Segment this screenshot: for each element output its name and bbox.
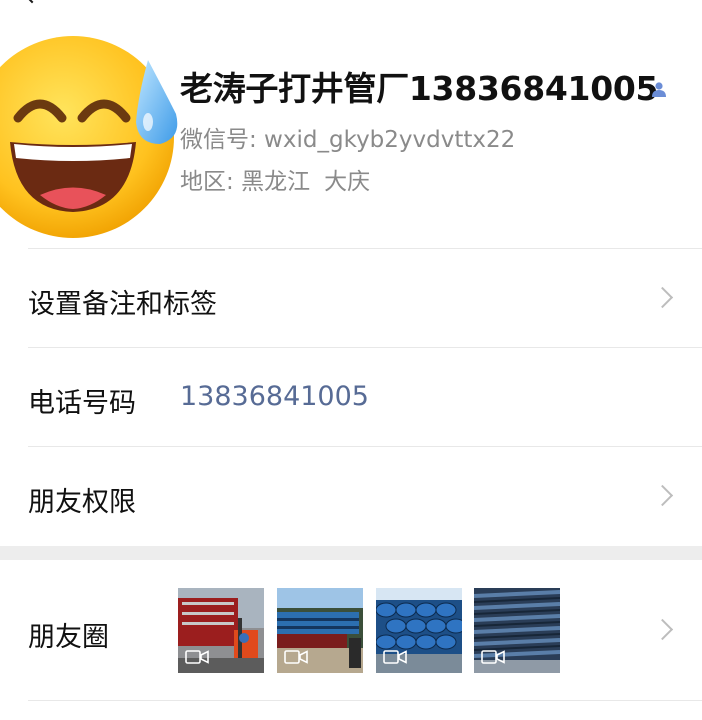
region-city: 大庆 bbox=[324, 169, 371, 195]
section-gap bbox=[0, 546, 702, 560]
video-icon bbox=[284, 650, 308, 664]
moments-thumbnail[interactable] bbox=[178, 588, 264, 673]
back-arrow-icon[interactable] bbox=[20, 0, 44, 4]
chevron-right-icon bbox=[651, 286, 674, 309]
moments-row[interactable]: 朋友圈 bbox=[28, 615, 109, 654]
wechat-id: 微信号: wxid_gkyb2yvdvttx22 bbox=[180, 127, 516, 153]
remarks-tags-row[interactable]: 设置备注和标签 bbox=[28, 282, 217, 321]
region-province: 黑龙江 bbox=[241, 169, 311, 195]
moments-thumbnail[interactable] bbox=[474, 588, 560, 673]
region: 地区: 黑龙江 大庆 bbox=[180, 162, 370, 196]
friend-permissions-row[interactable]: 朋友权限 bbox=[28, 480, 136, 519]
phone-label: 电话号码 bbox=[28, 388, 136, 419]
divider bbox=[28, 446, 702, 447]
chevron-right-icon bbox=[651, 484, 674, 507]
region-label: 地区: bbox=[180, 169, 234, 195]
divider bbox=[28, 347, 702, 348]
contact-person-icon bbox=[652, 82, 666, 97]
chevron-right-icon bbox=[651, 618, 674, 641]
phone-number-link[interactable]: 13836841005 bbox=[180, 381, 369, 412]
video-icon bbox=[383, 650, 407, 664]
video-icon bbox=[185, 650, 209, 664]
video-icon bbox=[481, 650, 505, 664]
divider bbox=[28, 700, 702, 701]
avatar[interactable] bbox=[0, 30, 180, 240]
moments-thumbnail[interactable] bbox=[376, 588, 462, 673]
divider bbox=[28, 248, 702, 249]
moments-thumbnail[interactable] bbox=[277, 588, 363, 673]
profile-name: 老涛子打井管厂13836841005 bbox=[180, 69, 659, 108]
